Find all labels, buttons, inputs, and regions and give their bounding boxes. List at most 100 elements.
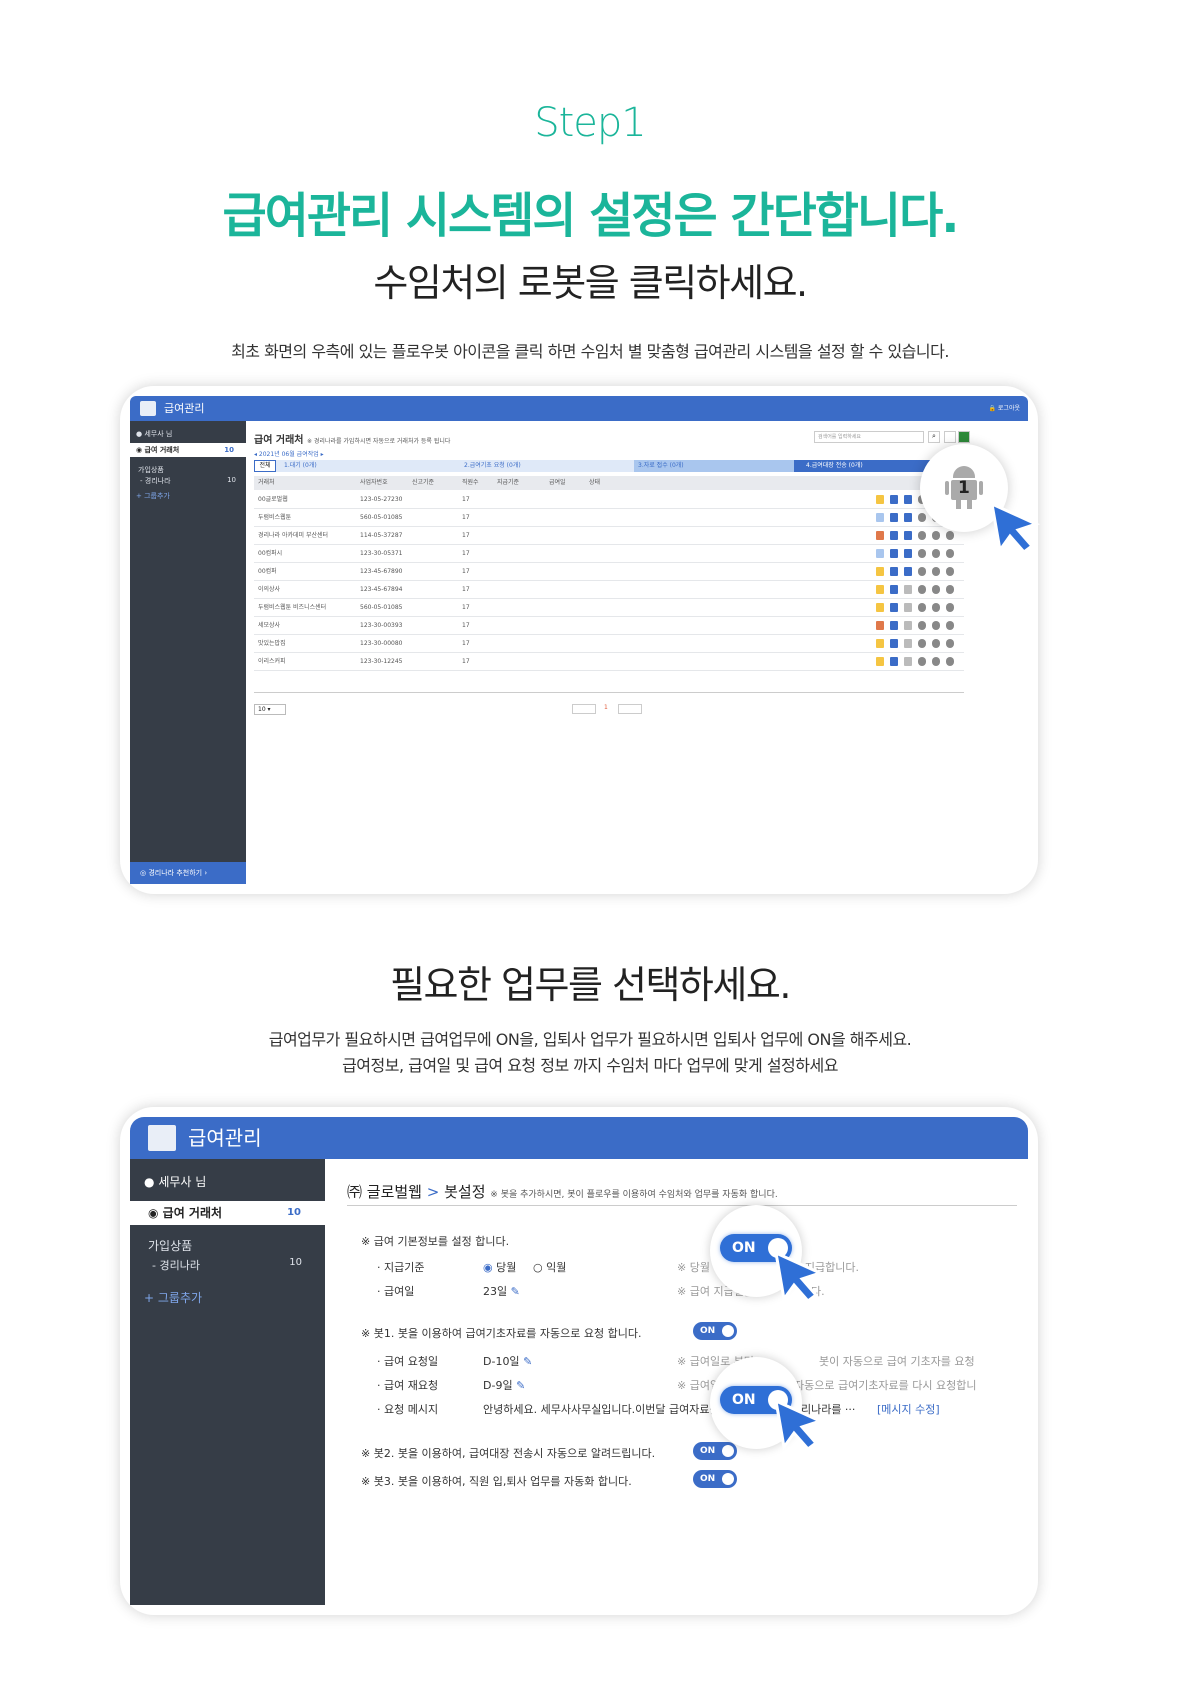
pencil-icon[interactable]: ✎: [523, 1355, 532, 1368]
sidebar-item-payroll[interactable]: ◉ 급여 거래처 10: [130, 1201, 325, 1225]
robot-icon[interactable]: [918, 567, 926, 576]
excel-icon[interactable]: [958, 431, 970, 443]
table-row[interactable]: 두럼비스웹툰 비즈니스센터 560-05-01085 17: [254, 599, 964, 617]
page-size-select[interactable]: 10 ▾: [254, 704, 286, 715]
robot-icon[interactable]: [932, 621, 940, 630]
document-icon[interactable]: [876, 639, 884, 648]
robot-icon[interactable]: [946, 549, 954, 558]
robot-icon[interactable]: [946, 657, 954, 666]
robot-icon[interactable]: [918, 549, 926, 558]
calculator-icon[interactable]: [890, 585, 898, 594]
robot-icon[interactable]: [918, 639, 926, 648]
prev-page-button[interactable]: [572, 704, 596, 714]
document-icon[interactable]: [876, 567, 884, 576]
robot-icon[interactable]: [932, 567, 940, 576]
recommend-button[interactable]: ◎ 경리나라 추천하기 ›: [130, 862, 246, 884]
rerequest-value[interactable]: D-9일 ✎: [483, 1377, 525, 1393]
document-icon[interactable]: [876, 513, 884, 522]
robot-icon[interactable]: [946, 531, 954, 540]
table-row[interactable]: 세모상사 123-30-00393 17: [254, 617, 964, 635]
send-icon[interactable]: [904, 513, 912, 522]
robot-icon[interactable]: [918, 621, 926, 630]
send-icon[interactable]: [904, 531, 912, 540]
robot-icon[interactable]: [918, 513, 926, 522]
calculator-icon[interactable]: [890, 621, 898, 630]
search-input[interactable]: 검색어를 입력하세요: [814, 431, 924, 443]
table-row[interactable]: 이의상사 123-45-67894 17: [254, 581, 964, 599]
add-group-button[interactable]: + 그룹추가: [136, 491, 170, 501]
robot-icon[interactable]: [946, 621, 954, 630]
add-group-button[interactable]: + 그룹추가: [144, 1289, 202, 1306]
send-icon[interactable]: [904, 621, 912, 630]
robot-icon[interactable]: [946, 639, 954, 648]
bot3-toggle[interactable]: ON: [693, 1470, 737, 1488]
send-icon[interactable]: [904, 585, 912, 594]
robot-icon[interactable]: [918, 603, 926, 612]
step-2[interactable]: 2.급여기초 요청 (0개): [464, 460, 521, 472]
message-edit-link[interactable]: [메시지 수정]: [877, 1401, 940, 1417]
robot-icon[interactable]: [946, 585, 954, 594]
robot-icon[interactable]: [918, 585, 926, 594]
calculator-icon[interactable]: [890, 495, 898, 504]
document-icon[interactable]: [876, 531, 884, 540]
list-view-icon[interactable]: [944, 431, 956, 443]
step-all[interactable]: 전체: [254, 460, 276, 472]
document-icon[interactable]: [876, 549, 884, 558]
pencil-icon[interactable]: ✎: [516, 1379, 525, 1392]
send-icon[interactable]: [904, 549, 912, 558]
bot1-toggle[interactable]: ON: [693, 1322, 737, 1340]
pay-basis-radio-next[interactable]: ○ 익월: [533, 1259, 566, 1275]
robot-icon[interactable]: [946, 567, 954, 576]
pencil-icon[interactable]: ✎: [511, 1285, 520, 1298]
calculator-icon[interactable]: [890, 639, 898, 648]
document-icon[interactable]: [876, 495, 884, 504]
table-row[interactable]: 경리나라 아카데미 부산센터 114-05-37287 17: [254, 527, 964, 545]
robot-icon[interactable]: [932, 549, 940, 558]
robot-icon[interactable]: 1: [945, 466, 983, 510]
send-icon[interactable]: [904, 567, 912, 576]
document-icon[interactable]: [876, 621, 884, 630]
table-row[interactable]: 00컴퍼 123-45-67890 17: [254, 563, 964, 581]
calculator-icon[interactable]: [890, 549, 898, 558]
calculator-icon[interactable]: [890, 567, 898, 576]
send-icon[interactable]: [904, 603, 912, 612]
current-page[interactable]: 1: [604, 704, 608, 711]
search-button-icon[interactable]: ⌕: [928, 431, 940, 443]
table-row[interactable]: 00컴퍼시 123-30-05371 17: [254, 545, 964, 563]
document-icon[interactable]: [876, 657, 884, 666]
calculator-icon[interactable]: [890, 531, 898, 540]
calculator-icon[interactable]: [890, 657, 898, 666]
calculator-icon[interactable]: [890, 513, 898, 522]
payday-value[interactable]: 23일 ✎: [483, 1283, 520, 1299]
calculator-icon[interactable]: [890, 603, 898, 612]
sidebar-item-group[interactable]: - 경리나라 10: [140, 476, 236, 486]
robot-icon[interactable]: [932, 657, 940, 666]
robot-icon[interactable]: [932, 603, 940, 612]
pay-basis-radio-current[interactable]: ◉ 당월: [483, 1259, 516, 1275]
robot-icon[interactable]: [918, 657, 926, 666]
logout-link[interactable]: 🔒 로그아웃: [989, 396, 1020, 421]
table-row[interactable]: 두럼비스웹툰 560-05-01085 17: [254, 509, 964, 527]
step-1[interactable]: 1.대기 (0개): [284, 460, 317, 472]
document-icon[interactable]: [876, 603, 884, 612]
robot-icon[interactable]: [932, 585, 940, 594]
employee-count: 17: [462, 496, 470, 503]
send-icon[interactable]: [904, 639, 912, 648]
table-row[interactable]: 00글로벌웹 123-05-27230 17: [254, 491, 964, 509]
bot2-toggle[interactable]: ON: [693, 1442, 737, 1460]
robot-icon[interactable]: [932, 531, 940, 540]
sidebar-item-group[interactable]: - 경리나라 10: [152, 1257, 302, 1273]
robot-icon[interactable]: [946, 603, 954, 612]
sidebar-item-payroll[interactable]: ◉ 급여 거래처 10: [130, 443, 246, 457]
table-row[interactable]: 맛있는밥집 123-30-00080 17: [254, 635, 964, 653]
document-icon[interactable]: [876, 585, 884, 594]
send-icon[interactable]: [904, 495, 912, 504]
step-3[interactable]: 3.자료 접수 (0개): [634, 460, 794, 472]
next-page-button[interactable]: [618, 704, 642, 714]
send-icon[interactable]: [904, 657, 912, 666]
request-day-value[interactable]: D-10일 ✎: [483, 1353, 532, 1369]
month-navigator[interactable]: ◂ 2021년 06월 급여작업 ▸: [254, 449, 324, 458]
robot-icon[interactable]: [918, 531, 926, 540]
table-row[interactable]: 이리스커피 123-30-12245 17: [254, 653, 964, 671]
robot-icon[interactable]: [932, 639, 940, 648]
